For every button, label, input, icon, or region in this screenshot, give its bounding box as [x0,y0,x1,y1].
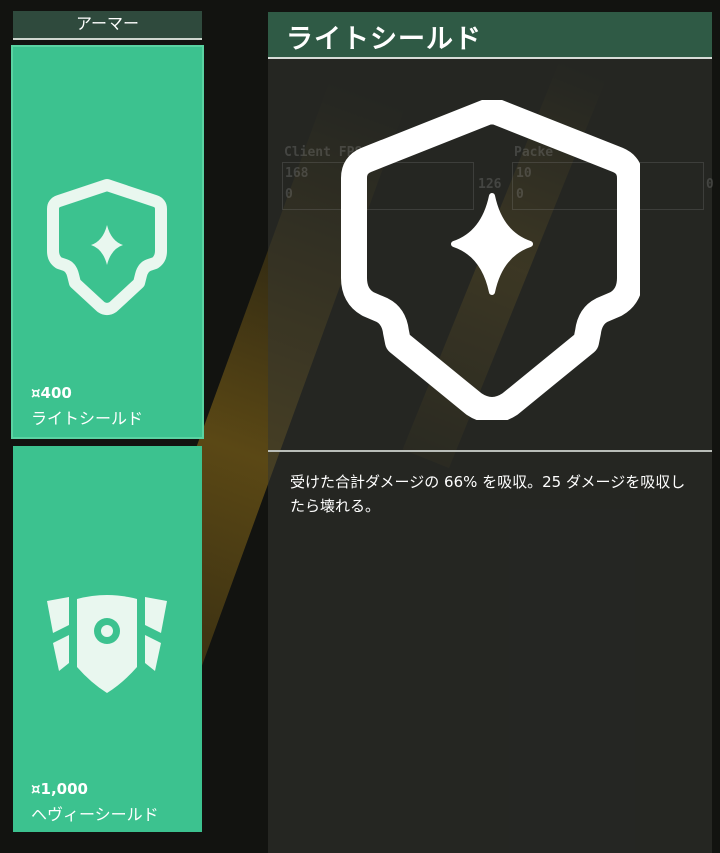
item-price: ¤400 [31,384,72,402]
item-price: ¤1,000 [31,780,88,798]
item-name: ライトシールド [31,409,144,428]
item-detail-panel: ライトシールド Client FPS 168 0 126 Packe 10 0 … [268,12,714,853]
light-shield-icon [47,179,167,315]
detail-description: 受けた合計ダメージの 66% を吸収。25 ダメージを吸収したら壊れる。 [290,473,686,515]
heavy-shield-icon [47,595,167,693]
detail-title-bar: ライトシールド [268,12,712,59]
detail-title: ライトシールド [286,24,482,55]
category-header: アーマー [13,11,202,40]
client-fps-min: 0 [285,187,293,202]
item-card-heavy-shield[interactable]: ¤1,000 ヘヴィーシールド [13,446,202,832]
packet-current: 0 [706,177,714,192]
item-name: ヘヴィーシールド [31,805,159,824]
detail-divider [268,450,712,452]
client-fps-max: 168 [285,166,309,181]
item-card-light-shield[interactable]: ¤400 ライトシールド [11,45,204,439]
light-shield-icon [341,100,640,420]
